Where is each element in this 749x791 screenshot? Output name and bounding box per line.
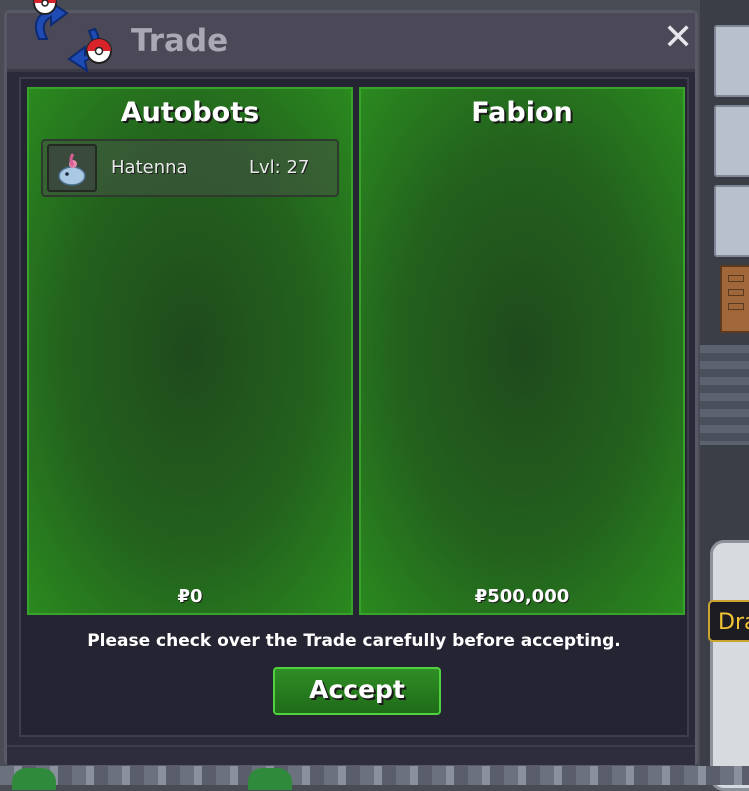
pokemon-slot[interactable]: Hatenna Lvl: 27 (41, 139, 339, 197)
background-tile (714, 185, 749, 257)
money-offer-right: ₽500,000 (474, 586, 570, 607)
background-tooltip: Dra (708, 600, 749, 642)
bush-sprite (12, 768, 56, 790)
trade-window: Trade ✕ Autobots Hatenna Lvl: 27 ₽0 Fabi… (4, 0, 698, 766)
bush-sprite (248, 768, 292, 790)
player-name-left: Autobots (120, 97, 260, 128)
background-cabinet (720, 265, 749, 333)
offer-panel-left: Autobots Hatenna Lvl: 27 ₽0 (27, 87, 353, 615)
offer-panel-right: Fabion ₽500,000 (359, 87, 685, 615)
window-title: Trade (131, 23, 229, 59)
accept-button[interactable]: Accept (273, 667, 441, 715)
money-offer-left: ₽0 (177, 586, 203, 607)
trade-icon (33, 0, 112, 74)
pokemon-level: Lvl: 27 (249, 157, 310, 178)
trade-notice: Please check over the Trade carefully be… (87, 631, 621, 651)
trade-content: Autobots Hatenna Lvl: 27 ₽0 Fabion ₽500,… (19, 77, 689, 737)
background-wall (700, 345, 749, 445)
background-tile (714, 105, 749, 177)
player-name-right: Fabion (471, 97, 573, 128)
window-footer (7, 745, 695, 765)
hatenna-icon (47, 144, 97, 192)
background-sign (710, 540, 749, 791)
background-tile (714, 25, 749, 97)
close-icon[interactable]: ✕ (663, 20, 693, 56)
pokemon-name: Hatenna (111, 157, 188, 178)
background-floor (0, 766, 749, 785)
